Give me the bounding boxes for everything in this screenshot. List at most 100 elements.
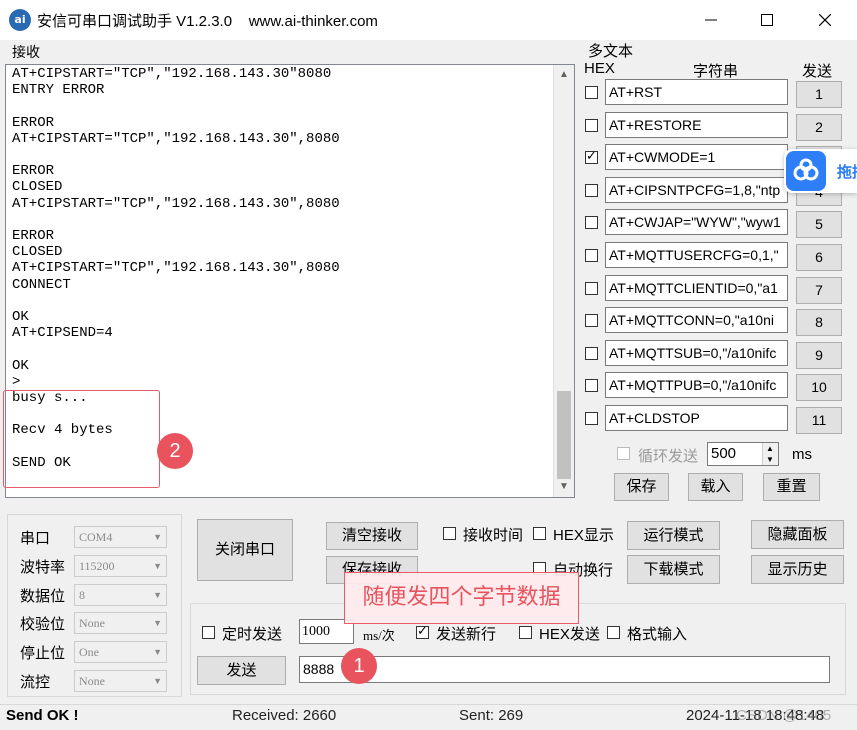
scroll-down-arrow-icon[interactable]: ▼ <box>554 477 574 497</box>
chevron-down-icon: ▼ <box>153 647 162 657</box>
loop-send-checkbox[interactable] <box>617 447 630 460</box>
reset-multi-button[interactable]: 重置 <box>763 473 820 501</box>
received-count: Received: 2660 <box>232 707 337 724</box>
multi-send-button-10[interactable]: 10 <box>796 374 842 401</box>
multi-string-input-2[interactable]: AT+RESTORE <box>605 112 788 138</box>
sent-count: Sent: 269 <box>459 707 524 724</box>
multi-hex-checkbox-7[interactable] <box>585 282 598 295</box>
send-text-input[interactable]: 8888 <box>299 656 830 683</box>
multi-send-button-2[interactable]: 2 <box>796 114 842 141</box>
databits-label: 数据位 <box>20 588 66 605</box>
multi-send-button-1[interactable]: 1 <box>796 81 842 108</box>
databits-value: 8 <box>79 588 85 602</box>
interval-unit-label: ms/次 <box>363 628 395 643</box>
chevron-down-icon: ▼ <box>153 676 162 686</box>
minimize-button[interactable] <box>688 0 734 40</box>
maximize-button[interactable] <box>744 0 790 40</box>
hex-display-checkbox[interactable] <box>533 527 546 540</box>
multi-hex-checkbox-10[interactable] <box>585 379 598 392</box>
multi-send-button-11[interactable]: 11 <box>796 407 842 434</box>
multi-hex-checkbox-6[interactable] <box>585 249 598 262</box>
port-value: COM4 <box>79 530 113 544</box>
multi-string-input-11[interactable]: AT+CLDSTOP <box>605 405 788 431</box>
stopbits-select[interactable]: One ▼ <box>74 641 167 663</box>
chevron-down-icon: ▼ <box>153 590 162 600</box>
multi-string-input-7[interactable]: AT+MQTTCLIENTID=0,"a1 <box>605 275 788 301</box>
multi-send-button-8[interactable]: 8 <box>796 309 842 336</box>
multi-string-input-9[interactable]: AT+MQTTSUB=0,"/a10nifc <box>605 340 788 366</box>
multi-hex-checkbox-2[interactable] <box>585 119 598 132</box>
multi-hex-checkbox-1[interactable] <box>585 86 598 99</box>
hex-send-label: HEX发送 <box>539 626 600 643</box>
parity-value: None <box>79 616 105 630</box>
receive-scrollbar[interactable]: ▲ ▼ <box>553 65 574 497</box>
baud-label: 波特率 <box>20 559 66 576</box>
hide-panel-button[interactable]: 隐藏面板 <box>751 520 844 549</box>
send-button[interactable]: 发送 <box>197 656 286 685</box>
annotation-marker-1: 1 <box>341 648 377 684</box>
chevron-down-icon: ▼ <box>153 618 162 628</box>
multi-string-input-6[interactable]: AT+MQTTUSERCFG=0,1," <box>605 242 788 268</box>
loop-unit-label: ms <box>792 446 812 463</box>
hex-display-label: HEX显示 <box>553 527 614 544</box>
floating-drag-widget[interactable]: 拖拽 <box>784 149 857 193</box>
multi-send-button-7[interactable]: 7 <box>796 277 842 304</box>
multi-hex-checkbox-5[interactable] <box>585 216 598 229</box>
multi-send-button-6[interactable]: 6 <box>796 244 842 271</box>
show-history-button[interactable]: 显示历史 <box>751 555 844 584</box>
multi-string-input-1[interactable]: AT+RST <box>605 79 788 105</box>
receive-time-checkbox[interactable] <box>443 527 456 540</box>
spin-down-icon[interactable]: ▼ <box>766 454 774 465</box>
multi-hex-checkbox-11[interactable] <box>585 412 598 425</box>
multi-text-title: 多文本 <box>588 43 634 60</box>
minimize-icon <box>705 19 717 21</box>
baud-select[interactable]: 115200 ▼ <box>74 555 167 577</box>
port-label: 串口 <box>20 530 51 547</box>
download-mode-button[interactable]: 下载模式 <box>627 555 720 584</box>
loop-interval-input[interactable]: 500 ▲ ▼ <box>707 442 779 466</box>
close-icon <box>819 14 831 26</box>
timed-send-checkbox[interactable] <box>202 626 215 639</box>
format-input-checkbox[interactable] <box>607 626 620 639</box>
databits-select[interactable]: 8 ▼ <box>74 584 167 606</box>
parity-select[interactable]: None ▼ <box>74 612 167 634</box>
multi-send-button-5[interactable]: 5 <box>796 211 842 238</box>
multi-hex-checkbox-8[interactable] <box>585 314 598 327</box>
multi-hex-checkbox-3[interactable] <box>585 148 598 164</box>
hex-column-header: HEX <box>584 60 615 77</box>
flow-select[interactable]: None ▼ <box>74 670 167 692</box>
receive-time-label: 接收时间 <box>463 527 524 544</box>
spin-up-icon[interactable]: ▲ <box>766 443 774 454</box>
port-select[interactable]: COM4 ▼ <box>74 526 167 548</box>
receive-label: 接收 <box>12 44 40 60</box>
multi-hex-checkbox-4[interactable] <box>585 184 598 197</box>
multi-string-input-4[interactable]: AT+CIPSNTPCFG=1,8,"ntp <box>605 177 788 203</box>
close-button[interactable] <box>802 0 848 40</box>
annotation-callout: 随便发四个字节数据 <box>344 572 579 624</box>
timed-send-label: 定时发送 <box>222 626 283 643</box>
scroll-thumb[interactable] <box>557 391 571 479</box>
multi-string-input-10[interactable]: AT+MQTTPUB=0,"/a10nifc <box>605 372 788 398</box>
loop-send-label: 循环发送 <box>638 448 699 465</box>
run-mode-button[interactable]: 运行模式 <box>627 521 720 550</box>
load-multi-button[interactable]: 载入 <box>688 473 743 501</box>
close-port-button[interactable]: 关闭串口 <box>197 519 293 581</box>
save-multi-button[interactable]: 保存 <box>614 473 669 501</box>
multi-send-button-9[interactable]: 9 <box>796 342 842 369</box>
chevron-down-icon: ▼ <box>153 532 162 542</box>
flow-value: None <box>79 674 105 688</box>
multi-string-input-5[interactable]: AT+CWJAP="WYW","wyw1 <box>605 209 788 235</box>
maximize-icon <box>761 14 773 26</box>
interval-spinner[interactable]: ▲ ▼ <box>762 443 778 465</box>
clear-receive-button[interactable]: 清空接收 <box>326 522 418 550</box>
hex-send-checkbox[interactable] <box>519 626 532 639</box>
scroll-up-arrow-icon[interactable]: ▲ <box>554 65 574 85</box>
stopbits-label: 停止位 <box>20 645 66 662</box>
multi-string-input-8[interactable]: AT+MQTTCONN=0,"a10ni <box>605 307 788 333</box>
multi-string-input-3[interactable]: AT+CWMODE=1 <box>605 144 788 170</box>
floating-widget-label: 拖拽 <box>837 164 857 181</box>
window-title: 安信可串口调试助手 V1.2.3.0 www.ai-thinker.com <box>37 13 378 30</box>
send-newline-checkbox[interactable] <box>416 623 429 639</box>
flow-label: 流控 <box>20 674 51 691</box>
multi-hex-checkbox-9[interactable] <box>585 347 598 360</box>
